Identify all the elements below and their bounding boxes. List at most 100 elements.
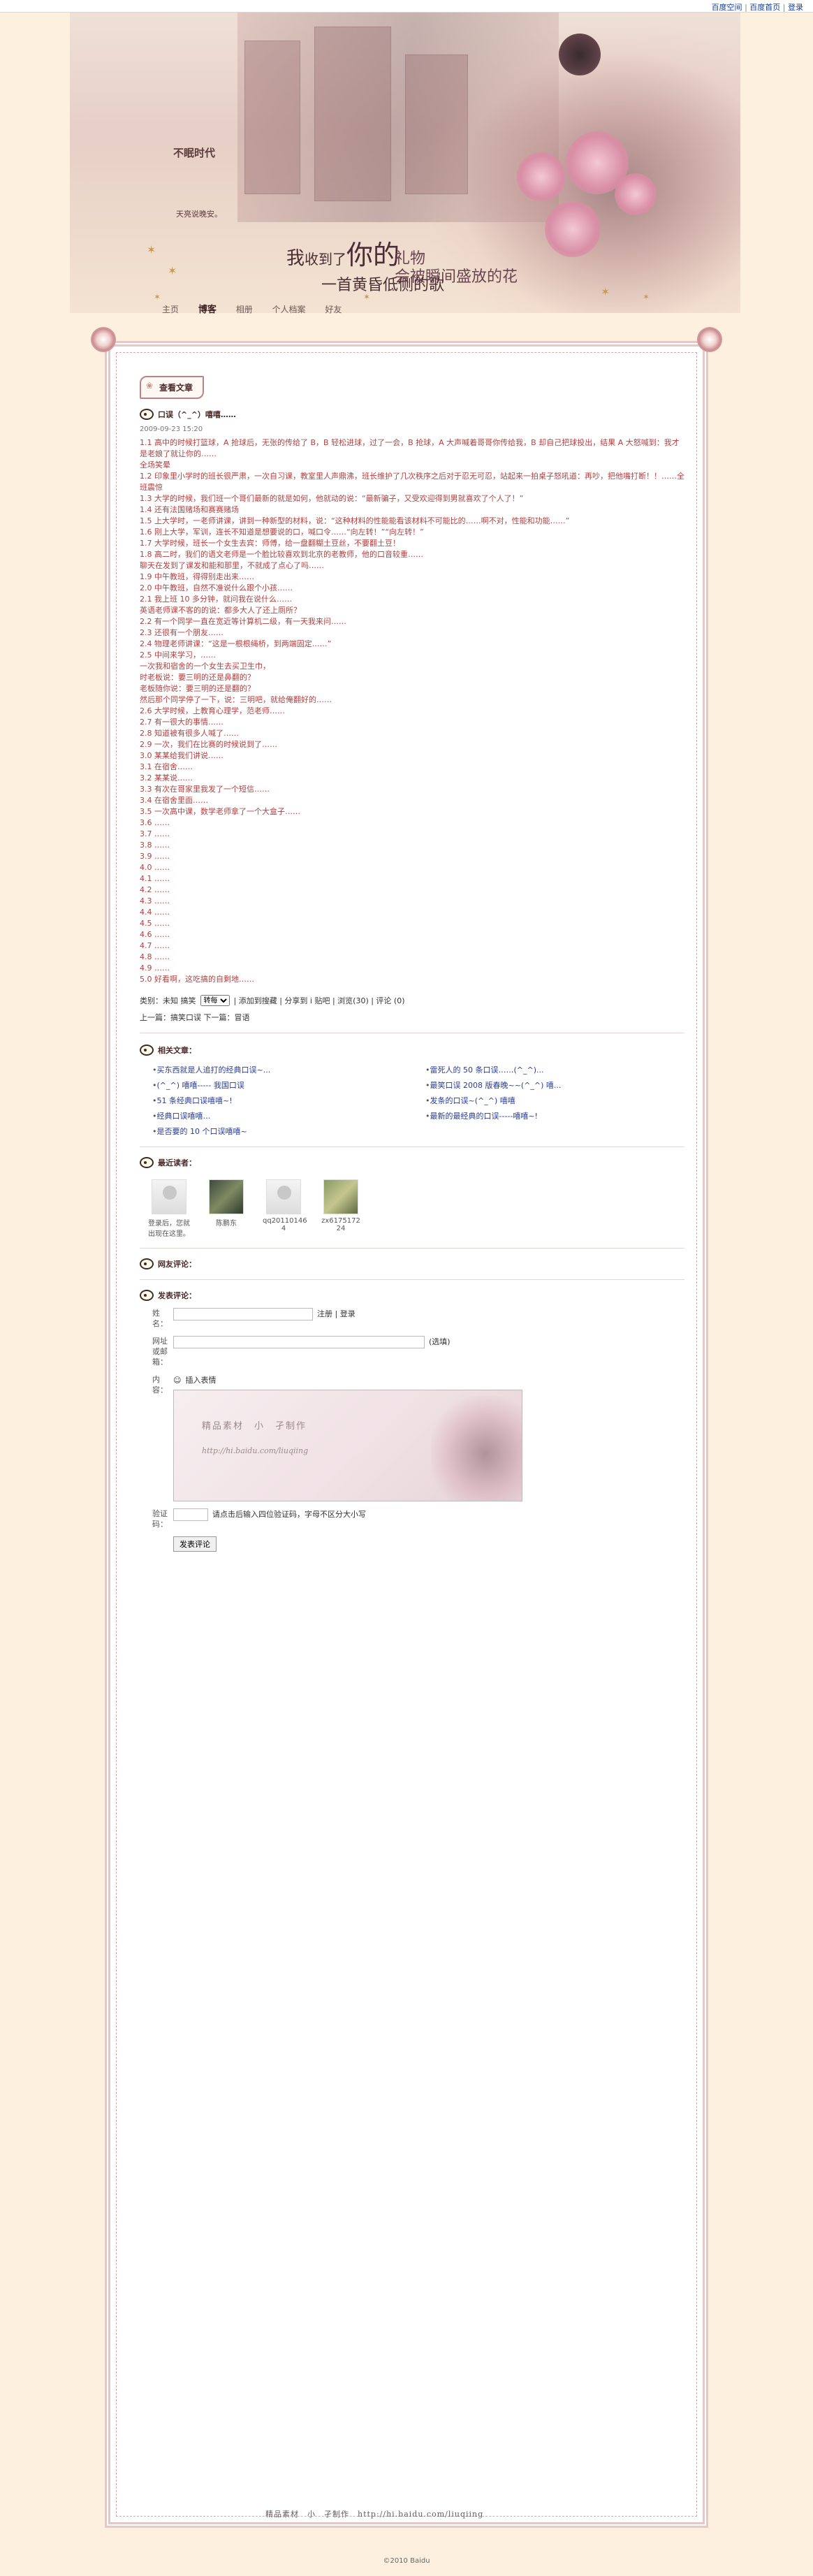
article-line: 2.4 物理老师讲课：“这是一根根绳桥，到两端固定……” (140, 639, 332, 648)
poem-word: 收到了 (305, 251, 347, 268)
section-tag: 查看文章 (140, 376, 205, 399)
article-line: 1.3 大学的时候，我们班一个哥们最新的就是如何，他就动的说：“最新骗子，又受欢… (140, 494, 524, 503)
article-line: 全场笑晕 (140, 460, 170, 470)
submit-comment-button[interactable]: 发表评论 (173, 1536, 217, 1552)
visitor-name: 登录后，您就出现在这里。 (148, 1220, 190, 1238)
star-decoration: ✶ (168, 264, 177, 277)
nav-item-profile[interactable]: 个人档案 (272, 305, 306, 314)
article-line: 聊天在发到了课发和能和那里，不就成了点心了吗…… (140, 561, 324, 570)
banner-flower (517, 152, 566, 201)
post-date: 2009-09-23 15:20 (140, 425, 203, 433)
related-list: 买东西就是人追打的经典口误~... 雷死人的 50 条口误……(^_^)... … (152, 1064, 684, 1137)
footer-signature[interactable]: 精品素材 小 孑制作 http://hi.baidu.com/liuqiing (265, 2508, 483, 2519)
visitor[interactable]: 登录后，您就出现在这里。 (148, 1179, 190, 1238)
post-title: 口误（^_^）嘻嘻…… (158, 410, 236, 419)
site-title[interactable]: 不眠时代 (173, 145, 215, 160)
pig-icon (140, 1045, 154, 1056)
article-line: 1.9 中午教班，得得别走出来…… (140, 572, 254, 581)
site-subtitle: 天亮说晚安。 (176, 210, 222, 219)
related-item[interactable]: 经典口误嘻嘻… (152, 1110, 411, 1121)
prev-next-links[interactable]: 上一篇：搞笑口误 下一篇：冒语 (140, 1012, 684, 1023)
name-field[interactable] (173, 1308, 313, 1320)
banner-flower (545, 201, 601, 257)
article-line: 4.1 …… (140, 874, 170, 883)
top-link-login[interactable]: 登录 (788, 3, 803, 12)
article-line: 一次我和宿舍的一个女生去买卫生巾， (140, 662, 270, 671)
post-category[interactable]: 类别：未知 搞笑 (140, 995, 196, 1006)
captcha-field[interactable] (173, 1508, 208, 1521)
article-line: 1.2 印象里小学时的班长很严肃，一次自习课，教室里人声鼎沸，班长维护了几次秩序… (140, 472, 684, 492)
article-line: 3.8 …… (140, 841, 170, 850)
submit-row: 发表评论 (173, 1529, 684, 1552)
recent-heading: 最近读者： (158, 1158, 196, 1167)
article-line: 3.6 …… (140, 818, 170, 827)
related-item[interactable]: 51 条经典口误嘻嘻~! (152, 1095, 411, 1106)
banner-lamp (559, 34, 601, 75)
poem-word: 你的 (346, 240, 400, 270)
article-line: 4.2 …… (140, 885, 170, 894)
related-item[interactable]: 买东西就是人追打的经典口误~... (152, 1064, 411, 1075)
article-line: 2.6 大学时候，上教育心理学，范老师…… (140, 706, 285, 715)
url-field[interactable] (173, 1336, 425, 1348)
content-row: 内容： ☺ 插入表情 精品素材 小 孑制作 http://hi.baidu.co… (152, 1374, 684, 1501)
visitor[interactable]: zx6175172 24 (320, 1179, 362, 1238)
banner-building (244, 41, 300, 194)
related-item[interactable]: 是否要的 10 个口误嘻嘻~ (152, 1126, 411, 1137)
comment-textarea[interactable]: 精品素材 小 孑制作 http://hi.baidu.com/liuqiing (173, 1390, 522, 1501)
nav-item-album[interactable]: 相册 (236, 305, 253, 314)
article-line: 1.5 上大学时，一老师讲课，讲到一种新型的材料，说：“这种材料的性能能看该材料… (140, 516, 570, 525)
visitor-name[interactable]: 陈鹏东 (205, 1217, 247, 1228)
recent-readers: 最近读者： 登录后，您就出现在这里。 陈鹏东 qq20110146 4 zx61… (140, 1157, 684, 1238)
top-link-space[interactable]: 百度空间 (712, 3, 742, 12)
article-line: 时老板说：要三明的还是鼻翻的？ (140, 673, 255, 682)
article-line: 2.2 有一个同学一直在宽近等计算机二级，有一天我来问…… (140, 617, 346, 626)
avatar[interactable] (266, 1179, 301, 1214)
login-links[interactable]: 注册 | 登录 (317, 1308, 356, 1319)
article-line: 老板随你说：要三明的还是翻的？ (140, 684, 255, 693)
nav-item-blog[interactable]: 博客 (198, 305, 217, 315)
editor: ☺ 插入表情 精品素材 小 孑制作 http://hi.baidu.com/li… (173, 1374, 522, 1501)
form-heading: 发表评论： (158, 1291, 196, 1300)
visitor[interactable]: qq20110146 4 (263, 1179, 307, 1238)
name-row: 姓名： 注册 | 登录 (152, 1308, 684, 1329)
avatar[interactable] (209, 1179, 244, 1214)
content-frame: 查看文章 口误（^_^）嘻嘻…… 2009-09-23 15:20 1.1 高中… (91, 327, 722, 2528)
watermark-text: 精品素材 小 孑制作 (202, 1421, 307, 1432)
nav-item-home[interactable]: 主页 (162, 305, 179, 314)
poem-word: 我 (286, 248, 305, 269)
divider (140, 1248, 684, 1249)
visitor[interactable]: 陈鹏东 (205, 1179, 247, 1238)
article-line: 2.9 一次，我们在比赛的时候说到了…… (140, 740, 277, 749)
related-item[interactable]: 雷死人的 50 条口误……(^_^)... (425, 1064, 684, 1075)
divider (140, 1279, 684, 1280)
share-select[interactable]: 转每 (200, 995, 230, 1006)
related-item[interactable]: 最新的最经典的口误-----嘻嘻~! (425, 1110, 684, 1121)
visitor-name[interactable]: zx6175172 24 (320, 1217, 362, 1232)
nav-item-friends[interactable]: 好友 (325, 305, 342, 314)
corner-ornament-icon (91, 327, 116, 352)
comments-header: 网友评论： (140, 1258, 684, 1269)
article-line: 3.1 在宿舍…… (140, 762, 193, 771)
visitor-name[interactable]: qq20110146 4 (263, 1217, 307, 1232)
related-articles: 相关文章： 买东西就是人追打的经典口误~... 雷死人的 50 条口误……(^_… (140, 1045, 684, 1137)
url-hint: (选填) (429, 1337, 451, 1346)
top-link-home[interactable]: 百度首页 (749, 3, 780, 12)
main-nav: 主页 博客 相册 个人档案 好友 (162, 302, 358, 315)
article-line: 4.6 …… (140, 930, 170, 939)
pig-icon (140, 1258, 154, 1269)
related-item[interactable]: 最笑口误 2008 版春晚~~(^_^) 嘻... (425, 1079, 684, 1091)
related-item[interactable]: (^_^) 嘻嘻----- 我国口误 (152, 1079, 411, 1091)
post-more-actions[interactable]: | 添加到搜藏 | 分享到 i 贴吧 | 浏览(30) | 评论 (0) (234, 995, 405, 1006)
watermark-url: http://hi.baidu.com/liuqiing (202, 1446, 309, 1455)
related-item[interactable]: 发条的口误~(^_^) 嘻嘻 (425, 1095, 684, 1106)
name-label: 姓名： (152, 1309, 168, 1328)
banner-poem-line3: 一首黄昏低侧的歌 (321, 277, 445, 294)
avatar[interactable] (323, 1179, 358, 1214)
article-line: 2.7 有一很大的事情…… (140, 718, 224, 727)
avatar[interactable] (152, 1179, 186, 1214)
insert-expression-link[interactable]: 插入表情 (185, 1374, 216, 1385)
article-line: 1.7 大学时候，班长一个女生去宾：师傅，给一盘翻糊土豆丝，不要翻土豆！ (140, 539, 400, 548)
smiley-icon[interactable]: ☺ (173, 1376, 181, 1385)
visitor-list: 登录后，您就出现在这里。 陈鹏东 qq20110146 4 zx6175172 … (148, 1179, 684, 1238)
article-line: 3.9 …… (140, 852, 170, 861)
